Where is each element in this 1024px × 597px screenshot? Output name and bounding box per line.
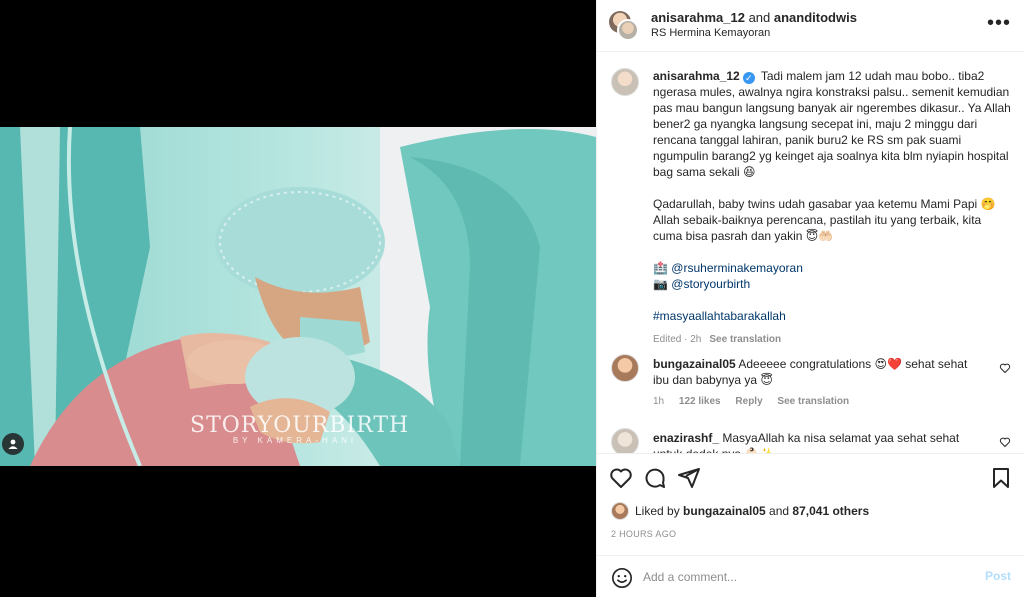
comment-time: 1h (653, 396, 665, 407)
comment-likes[interactable]: 122 likes (679, 396, 721, 407)
hospital-emoji-icon: 🏥 (653, 261, 668, 275)
reply-button[interactable]: Reply (735, 396, 762, 407)
caption-paragraph: Qadarullah, baby twins udah gasabar yaa … (653, 197, 996, 243)
caption-mentions: 🏥 @rsuherminakemayoran 📷 @storyourbirth (653, 260, 1013, 292)
edited-label: Edited · 2h (653, 334, 702, 345)
collab-names: anisarahma_12 and ananditodwis (651, 10, 857, 25)
username-link[interactable]: anisarahma_12 (651, 10, 745, 25)
comment-body: bungazainal05 Adeeeee congratulations 😍❤… (653, 356, 983, 388)
see-translation-button[interactable]: See translation (709, 334, 781, 345)
caption-body: anisarahma_12 ✓ Tadi malem jam 12 udah ma… (653, 68, 1013, 348)
post-side-panel: anisarahma_12 and ananditodwis RS Hermin… (596, 0, 1024, 597)
location-link[interactable]: RS Hermina Kemayoran (651, 27, 770, 39)
add-comment-bar: Post (597, 555, 1024, 597)
username-link[interactable]: ananditodwis (774, 10, 857, 25)
comment-icon[interactable] (643, 466, 667, 490)
post-button[interactable]: Post (985, 569, 1011, 583)
comment-body: enazirashf_ MasyaAllah ka nisa selamat y… (653, 430, 983, 453)
comment-meta: 1h 122 likes Reply See translation (653, 396, 861, 407)
liked-by-prefix: Liked by (635, 504, 684, 518)
photo-watermark: STORYOURBIRTH BY KAMERA-HANI (190, 413, 410, 445)
see-translation-button[interactable]: See translation (777, 396, 849, 407)
comment-username[interactable]: enazirashf_ (653, 431, 719, 445)
likes-and: and (765, 504, 793, 518)
watermark-title: STORYOURBIRTH (190, 413, 410, 438)
post-timestamp[interactable]: 2 HOURS AGO (611, 529, 676, 539)
post-header: anisarahma_12 and ananditodwis RS Hermin… (597, 0, 1024, 52)
avatar[interactable] (611, 68, 639, 96)
mention-link[interactable]: @storyourbirth (671, 277, 750, 291)
caption-text: Tadi malem jam 12 udah mau bobo.. tiba2 … (653, 69, 1011, 179)
likes-text: Liked by bungazainal05 and 87,041 others (635, 504, 869, 518)
and-text: and (744, 10, 774, 25)
media-pane: STORYOURBIRTH BY KAMERA-HANI (0, 0, 596, 597)
tagged-users-button[interactable] (2, 433, 24, 455)
comment-username[interactable]: bungazainal05 (653, 357, 736, 371)
avatar[interactable] (611, 354, 639, 382)
emoji-icon[interactable] (611, 567, 633, 589)
like-heart-icon[interactable] (609, 466, 633, 490)
bookmark-icon[interactable] (989, 466, 1013, 490)
liker-username[interactable]: bungazainal05 (683, 504, 766, 518)
avatar[interactable] (611, 428, 639, 453)
caption-meta: Edited · 2h See translation (653, 332, 1013, 348)
user-icon (8, 439, 18, 449)
avatar[interactable] (611, 502, 629, 520)
share-icon[interactable] (677, 466, 701, 490)
action-bar (597, 453, 1024, 497)
comment-input[interactable] (643, 566, 963, 588)
avatar[interactable] (617, 19, 639, 41)
verified-badge-icon: ✓ (742, 72, 755, 84)
others-link[interactable]: 87,041 others (792, 504, 869, 518)
post-dialog: STORYOURBIRTH BY KAMERA-HANI anisarahma_… (0, 0, 1024, 597)
mention-link[interactable]: @rsuherminakemayoran (671, 261, 803, 275)
like-comment-heart-icon[interactable] (999, 362, 1011, 374)
hashtag-link[interactable]: #masyaallahtabarakallah (653, 308, 1013, 324)
comments-scroll[interactable]: anisarahma_12 ✓ Tadi malem jam 12 udah ma… (597, 53, 1024, 453)
camera-emoji-icon: 📷 (653, 277, 668, 291)
like-comment-heart-icon[interactable] (999, 436, 1011, 448)
more-options-icon[interactable]: ••• (987, 13, 1011, 33)
caption-username[interactable]: anisarahma_12 (653, 69, 740, 83)
